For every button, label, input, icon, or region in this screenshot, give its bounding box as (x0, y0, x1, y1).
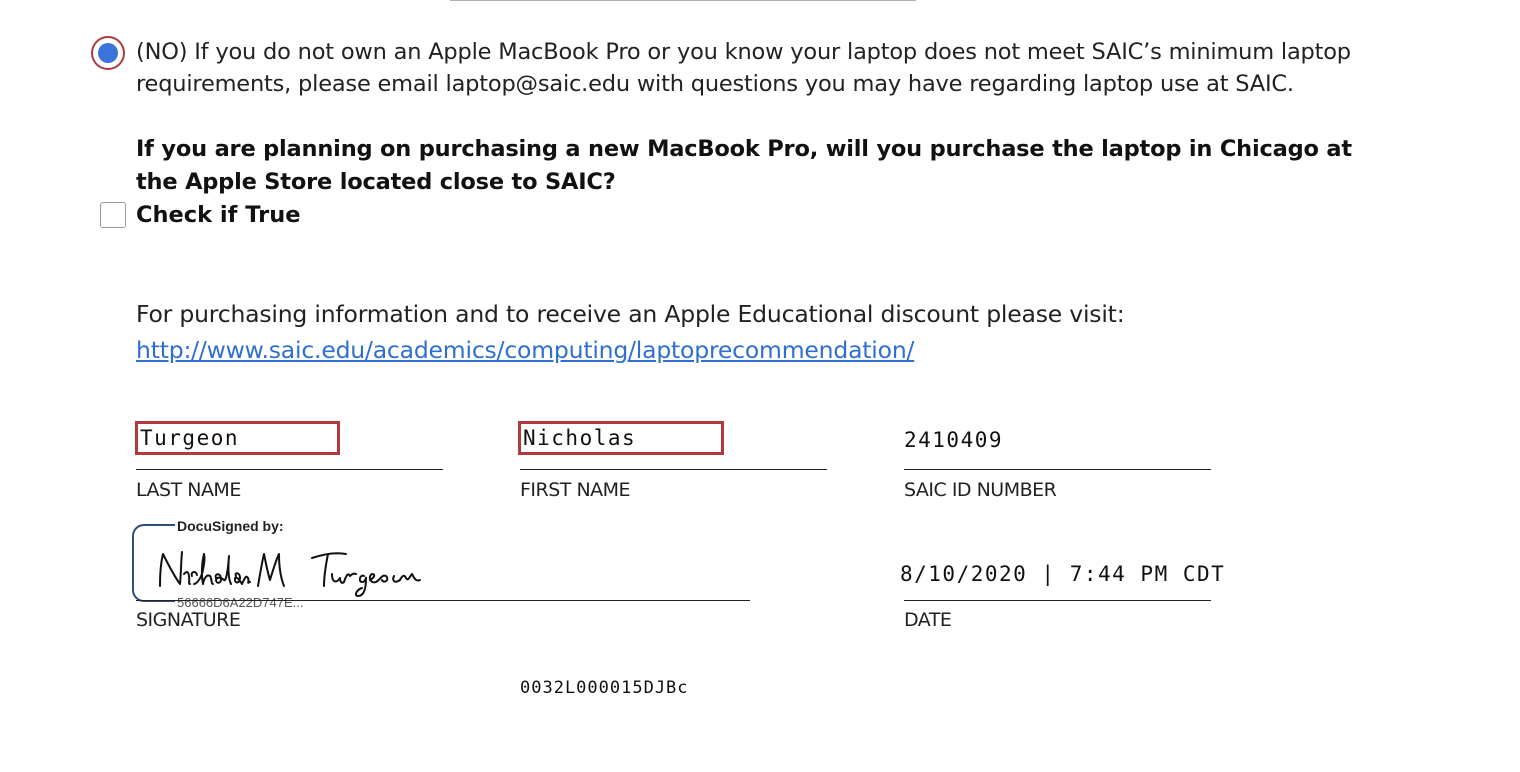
check-if-true-checkbox[interactable] (100, 202, 126, 228)
last-name-label: LAST NAME (136, 479, 241, 501)
check-if-true-label: Check if True (136, 202, 301, 228)
purchase-info-text: For purchasing information and to receiv… (136, 300, 1125, 328)
date-value: 8/10/2020 | 7:44 PM CDT (900, 562, 1226, 586)
purchase-question: If you are planning on purchasing a new … (136, 136, 1352, 195)
last-name-field[interactable]: Turgeon (135, 421, 340, 455)
date-label: DATE (904, 609, 952, 631)
saic-id-rule (904, 469, 1211, 470)
reference-id: 0032L000015DJBc (520, 678, 689, 698)
saic-id-label: SAIC ID NUMBER (904, 479, 1057, 501)
no-option-radio[interactable] (91, 36, 125, 70)
last-name-rule (136, 469, 443, 470)
top-divider (450, 0, 916, 1)
radio-selected-dot (98, 43, 118, 63)
laptop-recommendation-link[interactable]: http://www.saic.edu/academics/computing/… (136, 334, 914, 366)
signature-rule (136, 600, 750, 601)
first-name-rule (520, 469, 827, 470)
first-name-field[interactable]: Nicholas (518, 421, 724, 455)
no-option-text: (NO) If you do not own an Apple MacBook … (136, 39, 1351, 97)
signature-label: SIGNATURE (136, 609, 241, 631)
docusign-header: DocuSigned by: (175, 518, 286, 534)
first-name-label: FIRST NAME (520, 479, 631, 501)
handwritten-signature (159, 551, 421, 597)
saic-id-value: 2410409 (904, 428, 1004, 452)
date-rule (904, 600, 1211, 601)
